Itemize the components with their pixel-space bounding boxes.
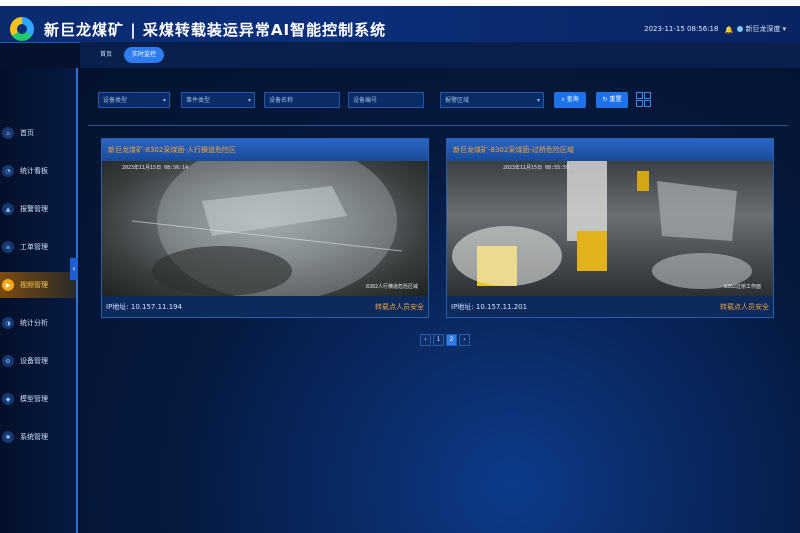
- user-icon: [737, 26, 744, 32]
- sidebar-item-device[interactable]: ⚙ 设备管理: [0, 348, 76, 374]
- chevron-down-icon: ▾: [782, 25, 786, 33]
- workorder-icon: ≡: [2, 241, 14, 253]
- sidebar-collapse-button[interactable]: ‹: [70, 258, 78, 280]
- user-menu[interactable]: 新巨龙深度 ▾: [737, 24, 786, 34]
- header-right: 2023-11-15 08:56:18 🔔 新巨龙深度 ▾: [644, 24, 786, 34]
- pagination: ‹ 1 2 ›: [420, 334, 470, 346]
- sidebar-item-analysis[interactable]: ◑ 统计分析: [0, 310, 76, 336]
- camera-status: 转载点人员安全: [375, 303, 424, 311]
- user-name: 新巨龙深度: [745, 25, 781, 33]
- sidebar-item-label: 报警管理: [20, 205, 48, 213]
- camera-title: 新巨龙煤矿-8302采煤面-过桥危险区域: [447, 139, 773, 161]
- model-icon: ◆: [2, 393, 14, 405]
- camera-overlay-label: 8302过桥工作面: [723, 284, 761, 290]
- camera-feed[interactable]: 2023年11月15日 08:55:59 8302过桥工作面: [447, 161, 773, 296]
- camera-timestamp: 2023年11月15日 08:56:14: [122, 165, 189, 171]
- divider: [88, 125, 788, 126]
- alarm-icon: ▲: [2, 203, 14, 215]
- video-icon: ▶: [2, 279, 14, 291]
- analysis-icon: ◑: [2, 317, 14, 329]
- sidebar-item-label: 统计分析: [20, 319, 48, 327]
- chevron-down-icon: ▾: [536, 97, 540, 104]
- device-icon: ⚙: [2, 355, 14, 367]
- feed-scene: [452, 161, 752, 289]
- sidebar-item-video[interactable]: ▶ 视频管理: [0, 272, 76, 298]
- device-name-input[interactable]: 设备名称: [264, 92, 340, 108]
- sidebar-item-label: 统计看板: [20, 167, 48, 175]
- camera-card[interactable]: 新巨龙煤矿-8302采煤面-人行横道危险区 2023年11月15日 08:56:…: [101, 138, 429, 318]
- sidebar-item-model[interactable]: ◆ 模型管理: [0, 386, 76, 412]
- chevron-down-icon: ▾: [247, 97, 251, 104]
- camera-overlay-label: 8302人行横道危险区域: [365, 284, 418, 290]
- device-code-input[interactable]: 设备编号: [348, 92, 424, 108]
- sidebar: ⌂ 首页 ◔ 统计看板 ▲ 报警管理 ≡ 工单管理 ▶ 视频管理 ◑ 统计分析 …: [0, 68, 78, 533]
- tab-bar: 首页 实时监控: [80, 42, 800, 68]
- sidebar-item-label: 模型管理: [20, 395, 48, 403]
- reset-button[interactable]: ↻ 重置: [596, 92, 628, 108]
- dashboard-icon: ◔: [2, 165, 14, 177]
- camera-ip: IP地址: 10.157.11.194: [106, 303, 183, 311]
- next-page-button[interactable]: ›: [459, 334, 470, 346]
- camera-ip: IP地址: 10.157.11.201: [451, 303, 528, 311]
- camera-timestamp: 2023年11月15日 08:55:59: [503, 165, 570, 171]
- system-icon: ✱: [2, 431, 14, 443]
- app-header: 新巨龙煤矿 | 采煤转载装运异常AI智能控制系统 2023-11-15 08:5…: [0, 6, 800, 43]
- sidebar-item-home[interactable]: ⌂ 首页: [0, 120, 76, 146]
- camera-feed[interactable]: 2023年11月15日 08:56:14 8302人行横道危险区域: [102, 161, 428, 296]
- sidebar-item-label: 系统管理: [20, 433, 48, 441]
- camera-status: 转载点人员安全: [720, 303, 769, 311]
- chevron-down-icon: ▾: [162, 97, 166, 104]
- search-button[interactable]: ⌕ 查询: [554, 92, 586, 108]
- sidebar-item-label: 首页: [20, 129, 34, 137]
- sidebar-item-dashboard[interactable]: ◔ 统计看板: [0, 158, 76, 184]
- device-type-select[interactable]: 设备类型 ▾: [98, 92, 170, 108]
- sidebar-item-label: 工单管理: [20, 243, 48, 251]
- tab-home[interactable]: 首页: [92, 47, 120, 63]
- sidebar-item-workorder[interactable]: ≡ 工单管理: [0, 234, 76, 260]
- event-type-select[interactable]: 事件类型 ▾: [181, 92, 255, 108]
- app-title: 新巨龙煤矿 | 采煤转载装运异常AI智能控制系统: [44, 21, 387, 39]
- prev-page-button[interactable]: ‹: [420, 334, 431, 346]
- sidebar-item-system[interactable]: ✱ 系统管理: [0, 424, 76, 450]
- refresh-icon: ↻: [602, 96, 608, 103]
- sidebar-item-label: 设备管理: [20, 357, 48, 365]
- alarm-area-select[interactable]: 报警区域 ▾: [440, 92, 544, 108]
- camera-footer: IP地址: 10.157.11.201 转载点人员安全: [447, 296, 773, 318]
- bell-icon[interactable]: 🔔: [724, 26, 733, 34]
- sidebar-item-alarm[interactable]: ▲ 报警管理: [0, 196, 76, 222]
- page-button-2[interactable]: 2: [446, 334, 457, 346]
- grid-layout-icon[interactable]: [636, 92, 651, 107]
- camera-title: 新巨龙煤矿-8302采煤面-人行横道危险区: [102, 139, 428, 161]
- camera-card[interactable]: 新巨龙煤矿-8302采煤面-过桥危险区域 2023年11月15日 08:55:5…: [446, 138, 774, 318]
- tab-realtime-monitor[interactable]: 实时监控: [124, 47, 165, 63]
- camera-footer: IP地址: 10.157.11.194 转载点人员安全: [102, 296, 428, 318]
- sidebar-item-label: 视频管理: [20, 281, 48, 289]
- app-logo-icon: [10, 17, 34, 41]
- home-icon: ⌂: [2, 127, 14, 139]
- feed-scene: [131, 161, 403, 296]
- datetime: 2023-11-15 08:56:18: [644, 25, 719, 33]
- page-button-1[interactable]: 1: [433, 334, 444, 346]
- search-icon: ⌕: [561, 96, 565, 103]
- main-content: 设备类型 ▾ 事件类型 ▾ 设备名称 设备编号 报警区域 ▾ ⌕ 查询 ↻ 重置 新巨…: [80, 68, 800, 533]
